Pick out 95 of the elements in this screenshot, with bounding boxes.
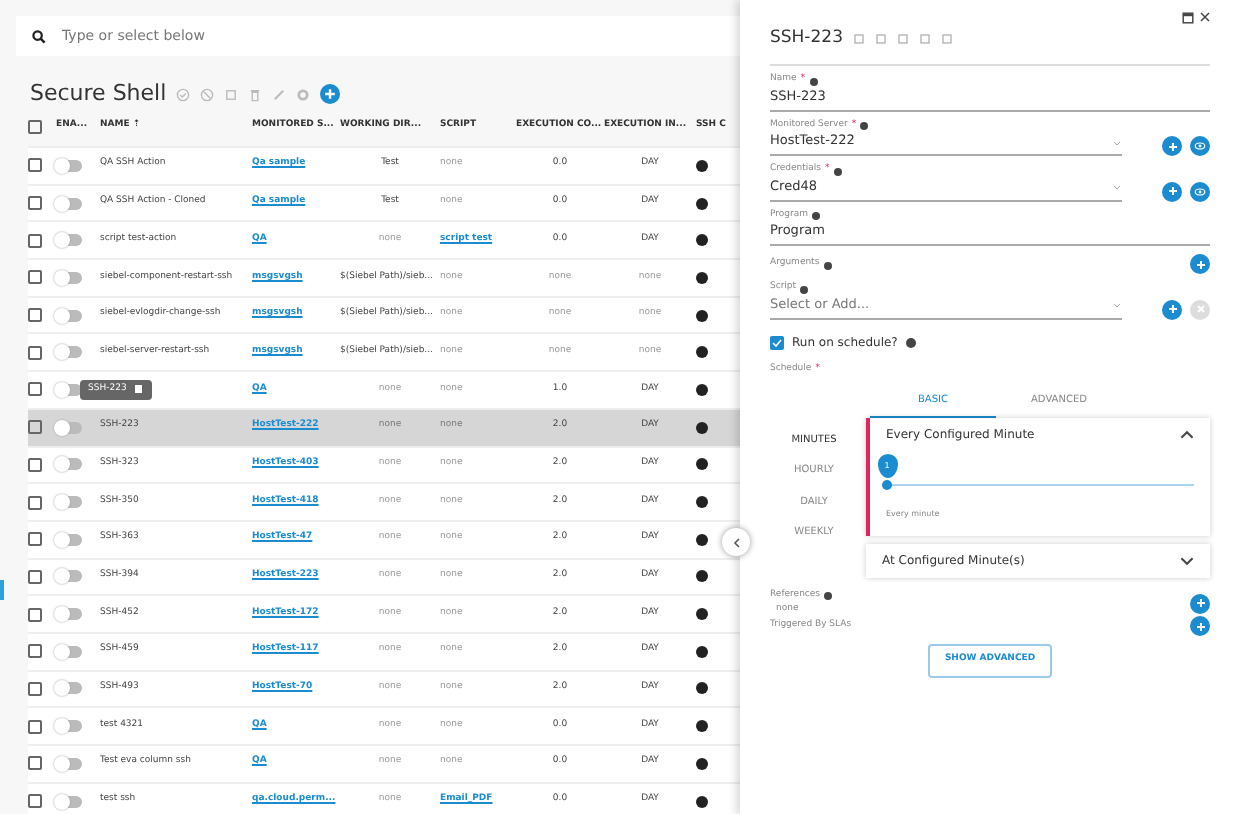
help-icon [860, 122, 869, 131]
help-icon [823, 261, 832, 270]
info-icon[interactable] [696, 234, 708, 247]
help-icon [800, 285, 809, 294]
info-icon[interactable] [696, 682, 708, 695]
enable-toggle[interactable] [56, 458, 82, 471]
plus-icon [1195, 259, 1205, 270]
enable-toggle[interactable] [56, 496, 82, 509]
panel-title: SSH-223 [770, 28, 843, 49]
enable-toggle[interactable] [56, 234, 82, 247]
select-all-checkbox[interactable] [28, 120, 42, 134]
row-checkbox[interactable] [28, 233, 42, 248]
add-button[interactable] [1162, 136, 1182, 157]
info-icon[interactable] [696, 159, 708, 172]
eye-icon [1194, 140, 1206, 153]
info-icon[interactable] [696, 570, 708, 583]
info-icon[interactable] [696, 608, 708, 621]
row-checkbox[interactable] [28, 681, 42, 696]
row-checkbox[interactable] [28, 607, 42, 622]
enable-toggle[interactable] [56, 720, 82, 733]
plus-icon [1167, 186, 1177, 197]
check-circle-icon[interactable] [176, 87, 191, 101]
info-icon[interactable] [696, 795, 708, 808]
chevron-left-icon [731, 537, 741, 547]
row-checkbox[interactable] [28, 719, 42, 734]
enable-toggle[interactable] [56, 197, 82, 210]
row-checkbox[interactable] [28, 270, 42, 285]
row-checkbox[interactable] [28, 382, 42, 397]
chevron-down-icon [1180, 553, 1194, 568]
help-icon [824, 592, 833, 601]
schedule-checkbox[interactable] [770, 335, 784, 350]
add-button[interactable] [1190, 254, 1210, 275]
info-icon[interactable] [696, 757, 708, 770]
add-button[interactable] [1162, 299, 1182, 320]
plus-icon [1195, 598, 1205, 609]
enable-toggle[interactable] [56, 682, 82, 695]
info-icon[interactable] [696, 645, 708, 658]
help-icon [812, 212, 820, 221]
row-checkbox[interactable] [28, 644, 42, 659]
info-icon[interactable] [696, 421, 708, 434]
plus-icon [1167, 304, 1177, 315]
help-icon [905, 337, 916, 348]
enable-toggle[interactable] [56, 383, 82, 396]
close-icon [1195, 304, 1205, 315]
row-checkbox[interactable] [28, 794, 42, 809]
plus-icon [1195, 621, 1205, 632]
enable-toggle[interactable] [56, 346, 82, 359]
add-button[interactable] [1190, 616, 1210, 637]
eye-icon [1194, 185, 1206, 198]
enable-toggle[interactable] [56, 309, 82, 322]
enable-toggle[interactable] [56, 645, 82, 658]
info-icon[interactable] [696, 720, 708, 733]
view-button[interactable] [1190, 181, 1210, 202]
help-icon [833, 167, 842, 176]
info-icon[interactable] [696, 533, 708, 546]
maximize-icon[interactable] [1182, 12, 1194, 24]
close-icon[interactable] [1200, 12, 1210, 22]
row-checkbox[interactable] [28, 495, 42, 510]
plus-icon [1167, 141, 1177, 152]
list-title: Secure Shell [30, 80, 167, 108]
enable-toggle[interactable] [56, 570, 82, 583]
active-indicator [0, 580, 4, 600]
info-icon[interactable] [696, 458, 708, 471]
check-icon [772, 337, 782, 348]
view-button[interactable] [1190, 136, 1210, 157]
help-icon [809, 77, 818, 86]
enable-toggle[interactable] [56, 757, 82, 770]
enable-toggle[interactable] [56, 533, 82, 546]
row-checkbox[interactable] [28, 158, 42, 173]
search-icon [32, 29, 46, 43]
row-checkbox[interactable] [28, 457, 42, 472]
chevron-up-icon [1180, 427, 1194, 442]
add-button[interactable] [320, 84, 341, 104]
enable-toggle[interactable] [56, 421, 82, 434]
add-button[interactable] [1190, 593, 1210, 614]
info-icon[interactable] [696, 197, 708, 210]
row-checkbox[interactable] [28, 569, 42, 584]
row-checkbox[interactable] [28, 420, 42, 435]
info-icon[interactable] [696, 309, 708, 322]
row-checkbox[interactable] [28, 756, 42, 771]
enable-toggle[interactable] [56, 159, 82, 172]
row-checkbox[interactable] [28, 345, 42, 360]
info-icon[interactable] [696, 383, 708, 396]
info-icon[interactable] [696, 496, 708, 509]
plus-icon [324, 88, 337, 100]
slider-thumb[interactable] [882, 479, 892, 490]
enable-toggle[interactable] [56, 271, 82, 284]
info-icon[interactable] [696, 271, 708, 284]
enable-toggle[interactable] [56, 608, 82, 621]
add-button[interactable] [1162, 181, 1182, 202]
enable-toggle[interactable] [56, 795, 82, 808]
info-icon[interactable] [696, 346, 708, 359]
row-checkbox[interactable] [28, 196, 42, 211]
row-checkbox[interactable] [28, 308, 42, 323]
row-checkbox[interactable] [28, 532, 42, 547]
